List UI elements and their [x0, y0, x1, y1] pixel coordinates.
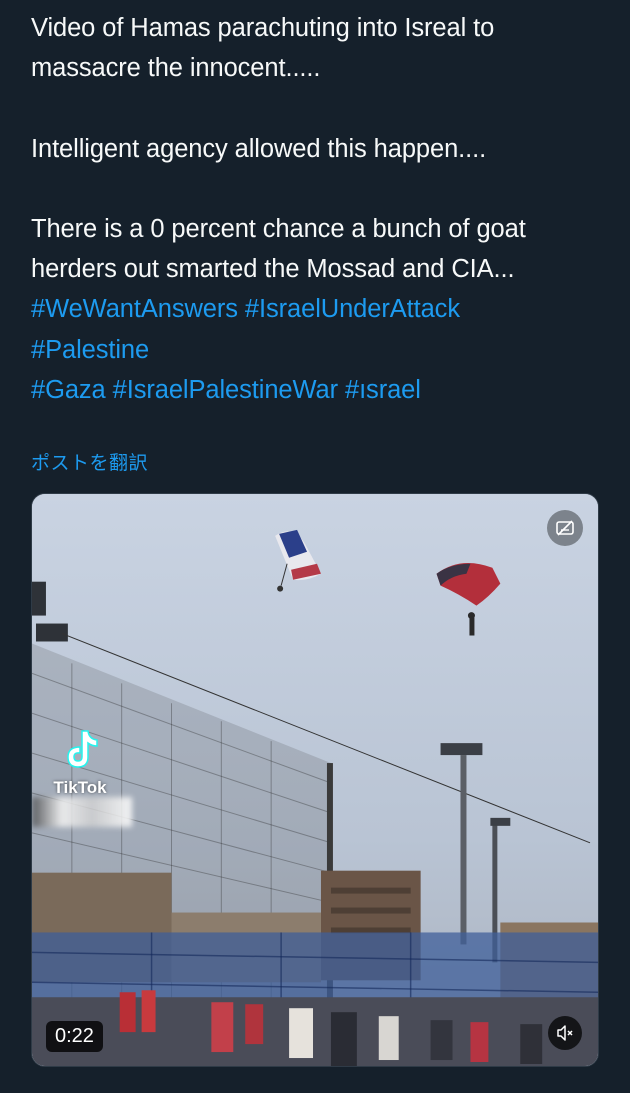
tweet-line: massacre the innocent..... [31, 54, 321, 83]
tweet-line: Video of Hamas parachuting into Isreal t… [31, 14, 495, 42]
speaker-muted-icon[interactable] [548, 1016, 582, 1050]
blurred-handle [32, 797, 132, 827]
video-duration: 0:22 [46, 1021, 103, 1052]
tweet-line: Intelligent agency allowed this happen..… [31, 134, 487, 163]
tweet-line: There is a 0 percent chance a bunch of g… [31, 214, 526, 243]
tiktok-logo-icon [67, 730, 98, 768]
hashtag-link[interactable]: #Palestine [31, 336, 149, 364]
hashtag-link[interactable]: #IsraelPalestineWar [113, 376, 338, 404]
tiktok-watermark: TikTok [40, 727, 120, 798]
hashtag-link[interactable]: #WeWantAnswers [31, 295, 238, 323]
translate-post-link[interactable]: ポストを翻訳 [31, 448, 148, 475]
tweet-text: Video of Hamas parachuting into Isreal t… [31, 8, 611, 410]
hashtag-link[interactable]: #ısrael [345, 376, 421, 404]
tiktok-label: TikTok [53, 778, 107, 797]
tweet-line: herders out smarted the Mossad and CIA..… [31, 255, 515, 284]
hashtag-link[interactable]: #Gaza [31, 376, 106, 404]
hashtag-link[interactable]: #IsraelUnderAttack [245, 295, 460, 323]
video-player[interactable]: TikTok 0:22 [31, 493, 599, 1067]
image-settings-icon[interactable] [547, 510, 583, 546]
